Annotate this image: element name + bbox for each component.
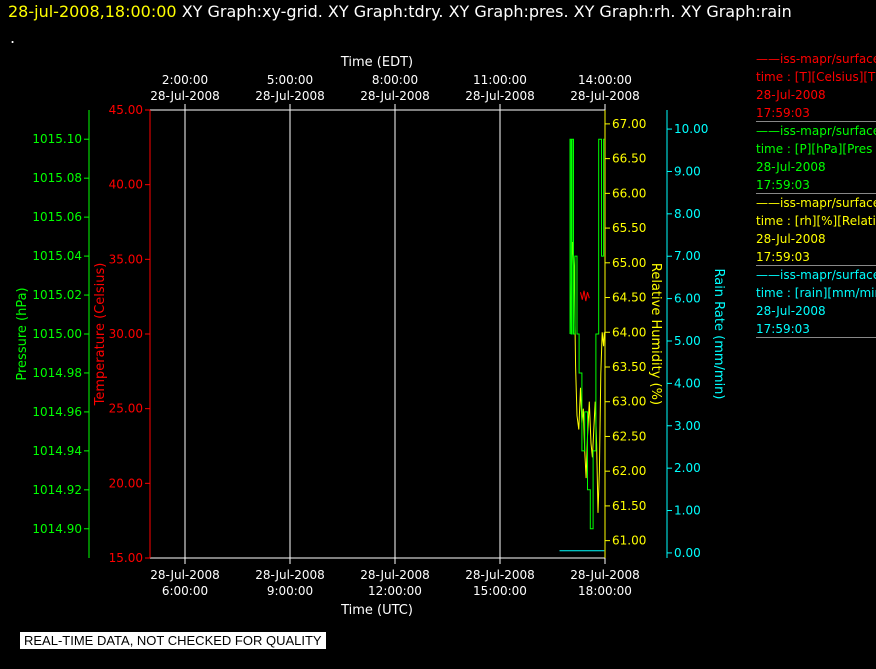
rain-tick-label: 10.00 bbox=[674, 122, 708, 136]
pressure-tick-label: 1014.94 bbox=[32, 444, 82, 458]
x-tick-label-time: 6:00:00 bbox=[162, 584, 208, 598]
plot-area-frame bbox=[149, 109, 606, 559]
x-tick-label-time: 9:00:00 bbox=[267, 584, 313, 598]
pressure-tick-label: 1015.10 bbox=[32, 132, 82, 146]
legend-date: 28-Jul-2008 bbox=[756, 160, 826, 174]
rain-tick-label: 8.00 bbox=[674, 207, 701, 221]
pressure-tick-label: 1015.08 bbox=[32, 171, 82, 185]
legend-separator bbox=[756, 337, 876, 338]
temperature-axis-title: Temperature (Celsius) bbox=[93, 263, 108, 407]
legend-source: ——iss-mapr/surface bbox=[756, 124, 876, 138]
x-tick-label-date: 28-Jul-2008 bbox=[360, 568, 430, 582]
humidity-tick-label: 65.00 bbox=[612, 256, 646, 270]
legend-time: 17:59:03 bbox=[756, 322, 810, 336]
legend-date: 28-Jul-2008 bbox=[756, 88, 826, 102]
x-tick-label-date: 28-Jul-2008 bbox=[255, 568, 325, 582]
temperature-tick-label: 30.00 bbox=[109, 327, 143, 341]
rain-tick-label: 0.00 bbox=[674, 546, 701, 560]
legend-entry-temperature[interactable]: ——iss-mapr/surface time : [T][Celsius][T… bbox=[756, 50, 876, 122]
top-tick-label-date: 28-Jul-2008 bbox=[570, 89, 640, 103]
legend-separator bbox=[756, 121, 876, 122]
pressure-tick-label: 1015.02 bbox=[32, 288, 82, 302]
temperature-tick-label: 25.00 bbox=[109, 402, 143, 416]
pressure-tick-label: 1015.06 bbox=[32, 210, 82, 224]
top-tick-label-time: 5:00:00 bbox=[267, 73, 313, 87]
legend-field: time : [P][hPa][Pres bbox=[756, 142, 873, 156]
pressure-tick-label: 1014.92 bbox=[32, 483, 82, 497]
x-tick-label-time: 12:00:00 bbox=[368, 584, 422, 598]
temperature-tick-label: 35.00 bbox=[109, 252, 143, 266]
top-tick-label-time: 2:00:00 bbox=[162, 73, 208, 87]
rain-tick-label: 9.00 bbox=[674, 164, 701, 178]
temperature-tick-label: 40.00 bbox=[109, 178, 143, 192]
x-tick-label-time: 18:00:00 bbox=[578, 584, 632, 598]
top-tick-label-time: 14:00:00 bbox=[578, 73, 632, 87]
humidity-tick-label: 63.00 bbox=[612, 395, 646, 409]
x-tick-label-date: 28-Jul-2008 bbox=[150, 568, 220, 582]
legend-entry-rain[interactable]: ——iss-mapr/surface time : [rain][mm/min … bbox=[756, 266, 876, 338]
rain-axis-title: Rain Rate (mm/min) bbox=[711, 268, 726, 399]
top-tick-label-time: 11:00:00 bbox=[473, 73, 527, 87]
pressure-tick-label: 1014.96 bbox=[32, 405, 82, 419]
bottom-axis-title: Time (UTC) bbox=[340, 603, 413, 618]
temperature-tick-label: 20.00 bbox=[109, 476, 143, 490]
rain-tick-label: 6.00 bbox=[674, 292, 701, 306]
legend-source: ——iss-mapr/surface bbox=[756, 52, 876, 66]
temperature-series-line bbox=[580, 290, 590, 302]
xy-chart: Time (EDT) Time (UTC) 28-Jul-2008 6:00:00… bbox=[15, 55, 726, 618]
rain-tick-label: 1.00 bbox=[674, 504, 701, 518]
rain-tick-label: 4.00 bbox=[674, 376, 701, 390]
humidity-tick-label: 61.00 bbox=[612, 534, 646, 548]
humidity-tick-label: 67.00 bbox=[612, 117, 646, 131]
pressure-tick-label: 1015.00 bbox=[32, 327, 82, 341]
top-tick-label-date: 28-Jul-2008 bbox=[150, 89, 220, 103]
quality-disclaimer: REAL-TIME DATA, NOT CHECKED FOR QUALITY bbox=[20, 632, 326, 649]
rain-tick-label: 2.00 bbox=[674, 461, 701, 475]
legend-date: 28-Jul-2008 bbox=[756, 304, 826, 318]
rain-tick-label: 7.00 bbox=[674, 249, 701, 263]
humidity-tick-label: 65.50 bbox=[612, 221, 646, 235]
legend-entry-pressure[interactable]: ——iss-mapr/surface time : [P][hPa][Pres … bbox=[756, 122, 876, 194]
pressure-axis-title: Pressure (hPa) bbox=[15, 287, 30, 380]
humidity-tick-label: 66.00 bbox=[612, 186, 646, 200]
rain-tick-label: 5.00 bbox=[674, 334, 701, 348]
top-tick-label-date: 28-Jul-2008 bbox=[465, 89, 535, 103]
humidity-tick-label: 63.50 bbox=[612, 360, 646, 374]
legend-field: time : [rain][mm/min bbox=[756, 286, 876, 300]
humidity-axis-title: Relative Humidity (%) bbox=[648, 263, 663, 405]
legend-separator bbox=[756, 193, 876, 194]
humidity-tick-label: 64.00 bbox=[612, 325, 646, 339]
rain-tick-label: 3.00 bbox=[674, 419, 701, 433]
legend-separator bbox=[756, 265, 876, 266]
pressure-tick-label: 1015.04 bbox=[32, 249, 82, 263]
pressure-tick-label: 1014.90 bbox=[32, 522, 82, 536]
legend-source: ——iss-mapr/surface bbox=[756, 196, 876, 210]
temperature-tick-label: 45.00 bbox=[109, 103, 143, 117]
legend-time: 17:59:03 bbox=[756, 178, 810, 192]
top-tick-label-date: 28-Jul-2008 bbox=[360, 89, 430, 103]
humidity-tick-label: 66.50 bbox=[612, 152, 646, 166]
legend-field: time : [rh][%][Relati bbox=[756, 214, 876, 228]
legend-source: ——iss-mapr/surface bbox=[756, 268, 876, 282]
temperature-tick-label: 15.00 bbox=[109, 551, 143, 565]
top-axis-title: Time (EDT) bbox=[340, 55, 413, 70]
humidity-tick-label: 61.50 bbox=[612, 499, 646, 513]
x-tick-label-date: 28-Jul-2008 bbox=[570, 568, 640, 582]
humidity-tick-label: 62.50 bbox=[612, 429, 646, 443]
humidity-tick-label: 62.00 bbox=[612, 464, 646, 478]
humidity-tick-label: 64.50 bbox=[612, 291, 646, 305]
x-tick-label-date: 28-Jul-2008 bbox=[465, 568, 535, 582]
x-tick-label-time: 15:00:00 bbox=[473, 584, 527, 598]
legend-time: 17:59:03 bbox=[756, 250, 810, 264]
top-tick-label-date: 28-Jul-2008 bbox=[255, 89, 325, 103]
top-tick-label-time: 8:00:00 bbox=[372, 73, 418, 87]
legend-entry-humidity[interactable]: ——iss-mapr/surface time : [rh][%][Relati… bbox=[756, 194, 876, 266]
legend-date: 28-Jul-2008 bbox=[756, 232, 826, 246]
legend-field: time : [T][Celsius][T bbox=[756, 70, 876, 84]
legend-time: 17:59:03 bbox=[756, 106, 810, 120]
pressure-tick-label: 1014.98 bbox=[32, 366, 82, 380]
